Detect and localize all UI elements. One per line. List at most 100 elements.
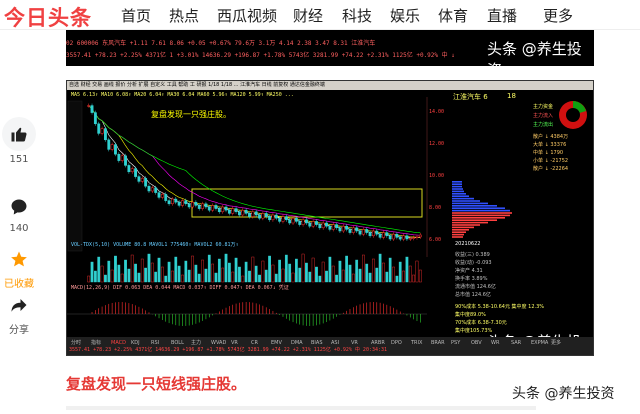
indicator-tab[interactable]: 主力 bbox=[191, 339, 201, 346]
chart-annotation: 复盘发现一只强庄股。 bbox=[151, 110, 231, 119]
macd-bar bbox=[229, 306, 230, 314]
candle bbox=[355, 227, 359, 232]
volume-bar bbox=[110, 269, 114, 283]
macd-bar bbox=[182, 314, 183, 326]
volume-bar bbox=[268, 255, 271, 283]
volume-bar bbox=[157, 257, 161, 283]
indicator-tab[interactable]: 更多 bbox=[551, 339, 561, 346]
volume-bar bbox=[211, 263, 214, 283]
macd-bar bbox=[175, 314, 177, 326]
macd-bar bbox=[239, 302, 240, 314]
volume-bar bbox=[372, 258, 375, 283]
previous-screenshot-strip: 02 600006 东风汽车 +1.11 7.61 8.06 +0.05 +0.… bbox=[66, 30, 594, 66]
volume-bar bbox=[338, 260, 342, 283]
nav-xigua-video[interactable]: 西瓜视频 bbox=[217, 5, 277, 26]
macd-bar bbox=[326, 314, 327, 323]
nav-home[interactable]: 首页 bbox=[121, 5, 151, 26]
candle bbox=[368, 232, 372, 237]
candle bbox=[154, 187, 158, 193]
price-tick-label: 12.00 bbox=[429, 141, 444, 147]
macd-bar bbox=[373, 302, 374, 314]
macd-bar bbox=[369, 302, 371, 314]
collect-action[interactable]: 已收藏 bbox=[0, 250, 38, 290]
candle bbox=[382, 232, 385, 238]
volume-bar bbox=[174, 256, 178, 283]
candle bbox=[214, 205, 218, 209]
candle bbox=[271, 214, 275, 221]
candle bbox=[144, 177, 148, 187]
volume-bar bbox=[335, 274, 338, 283]
macd-bar bbox=[212, 314, 213, 316]
volume-bar bbox=[278, 259, 281, 283]
volume-bar bbox=[224, 253, 228, 283]
chip-bar bbox=[452, 219, 497, 221]
volume-bar bbox=[358, 268, 362, 283]
candle bbox=[311, 221, 315, 227]
volume-bar bbox=[114, 255, 117, 283]
candle bbox=[207, 206, 211, 211]
indicator-tab[interactable]: 分时 bbox=[71, 339, 81, 346]
candle bbox=[100, 128, 104, 134]
candle bbox=[335, 224, 338, 229]
volume-bar bbox=[87, 275, 91, 283]
candle bbox=[378, 233, 382, 238]
candle bbox=[351, 227, 355, 233]
share-action[interactable]: 分享 bbox=[0, 296, 38, 336]
volume-bar bbox=[301, 253, 305, 283]
candle bbox=[211, 205, 215, 211]
nav-finance[interactable]: 财经 bbox=[293, 5, 323, 26]
quote-line: 流通市值 124.6亿 bbox=[455, 284, 496, 290]
comment-count: 140 bbox=[9, 223, 29, 234]
like-button[interactable] bbox=[2, 117, 36, 151]
chip-bar bbox=[452, 221, 488, 224]
volume-bar bbox=[388, 257, 392, 283]
nav-more[interactable]: 更多 bbox=[543, 5, 573, 26]
macd-bar bbox=[393, 307, 394, 314]
volume-bar bbox=[137, 272, 141, 283]
nav-hot[interactable]: 热点 bbox=[169, 5, 199, 26]
macd-bar bbox=[95, 310, 96, 314]
macd-bar bbox=[353, 307, 354, 314]
chip-bar bbox=[452, 226, 474, 229]
volume-bar bbox=[418, 269, 422, 283]
candle bbox=[201, 203, 204, 209]
volume-bar bbox=[204, 268, 208, 283]
candle bbox=[90, 105, 94, 113]
volume-bar bbox=[214, 272, 218, 283]
candle bbox=[341, 225, 345, 232]
indicator-tab[interactable]: 指标 bbox=[91, 339, 101, 346]
comment-action[interactable]: 140 bbox=[0, 198, 38, 234]
like-action[interactable]: 151 bbox=[0, 117, 38, 165]
volume-bar bbox=[120, 273, 124, 283]
nav-live[interactable]: 直播 bbox=[487, 5, 517, 26]
nav-sports[interactable]: 体育 bbox=[438, 5, 468, 26]
candle bbox=[365, 229, 369, 233]
candle bbox=[117, 153, 121, 161]
macd-bar bbox=[302, 314, 304, 326]
macd-bar bbox=[409, 314, 411, 318]
fund-inflow: 主力流入 bbox=[533, 113, 554, 119]
macd-bar bbox=[162, 314, 163, 321]
volume-bar bbox=[171, 270, 174, 283]
candle bbox=[184, 200, 188, 205]
fund-pie-chart bbox=[559, 101, 587, 129]
macd-bar bbox=[339, 314, 341, 315]
nav-tech[interactable]: 科技 bbox=[342, 5, 372, 26]
site-logo[interactable]: 今日头条 bbox=[4, 2, 92, 32]
macd-bar bbox=[282, 314, 284, 317]
order-flow-line: 大单 ↓ 33376 bbox=[533, 142, 567, 148]
macd-bar bbox=[105, 305, 106, 314]
macd-bar bbox=[98, 308, 100, 314]
volume-bar bbox=[184, 260, 188, 283]
candle bbox=[164, 193, 168, 201]
volume-bar bbox=[348, 264, 352, 283]
macd-bar bbox=[342, 312, 344, 314]
macd-bar bbox=[389, 306, 391, 314]
quote-line: 净资产 4.31 bbox=[455, 268, 483, 274]
volume-bar bbox=[248, 270, 251, 283]
nav-entertainment[interactable]: 娱乐 bbox=[390, 5, 420, 26]
volume-chart bbox=[87, 253, 422, 283]
volume-bar bbox=[325, 270, 328, 283]
candle bbox=[167, 200, 171, 205]
volume-bar bbox=[385, 271, 389, 283]
